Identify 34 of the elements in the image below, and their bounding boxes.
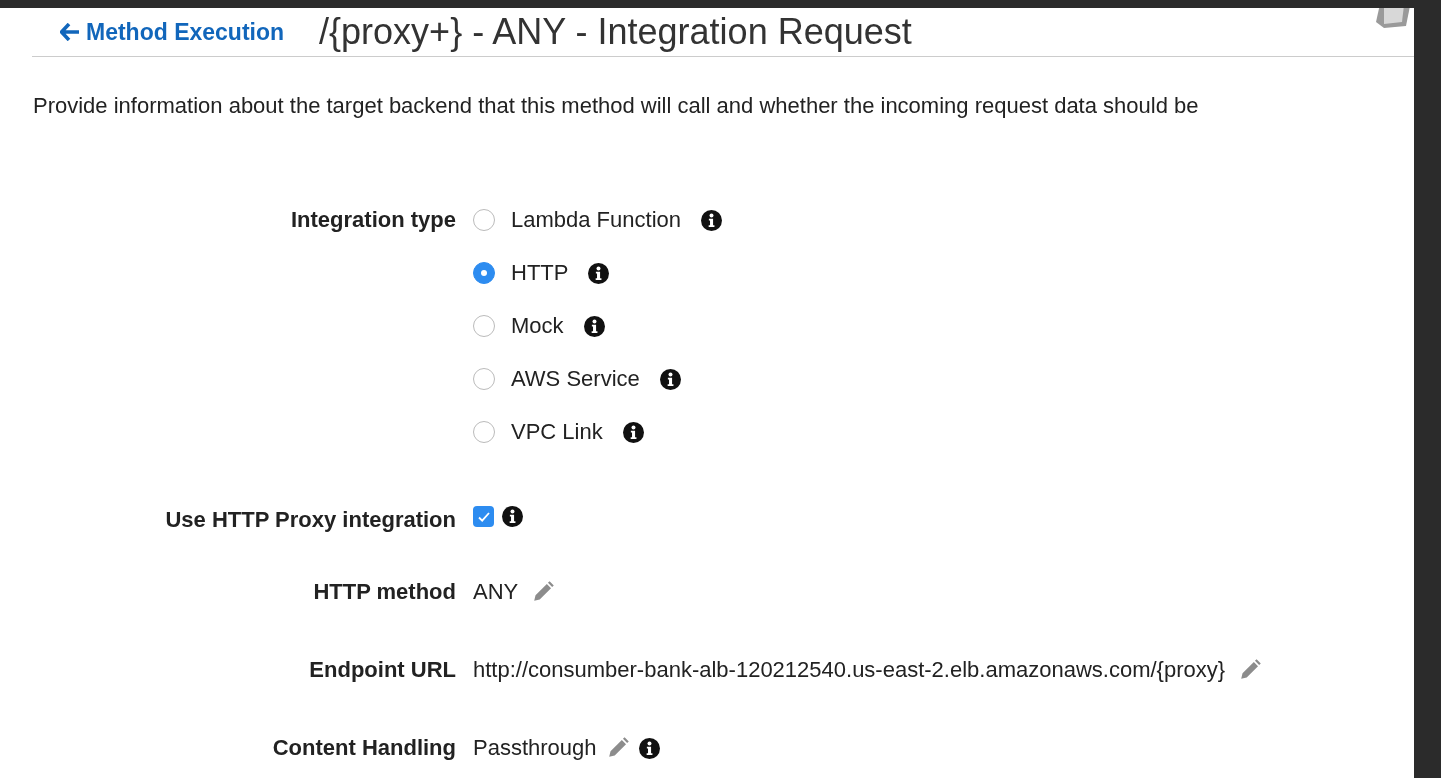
radio-button[interactable] [473,209,495,231]
page-title: /{proxy+} - ANY - Integration Request [319,11,912,53]
field-label: Endpoint URL [308,656,457,684]
description-text: Provide information about the target backend that this method will call and whether the incoming request data should be [33,93,1200,119]
back-link[interactable]: Method Execution [60,18,285,46]
radio-button[interactable] [473,368,495,390]
field-value: Passthrough [473,734,597,762]
radio-button[interactable] [473,315,495,337]
checkbox[interactable] [473,506,494,527]
pencil-icon[interactable] [1239,659,1262,681]
option-label[interactable]: VPC Link [511,418,603,446]
info-icon[interactable] [588,262,610,284]
field-label: Integration type [290,206,457,234]
option-label[interactable]: Mock [511,312,564,340]
field-value: ANY [473,578,519,606]
info-icon[interactable] [622,421,644,443]
option-label[interactable]: HTTP [511,259,569,287]
option-label[interactable]: AWS Service [511,365,640,393]
info-icon[interactable] [638,737,660,759]
field-label: HTTP method [312,578,457,606]
radio-button[interactable] [473,262,495,284]
pencil-icon[interactable] [532,581,555,603]
info-icon[interactable] [502,506,523,527]
option-label[interactable]: Lambda Function [511,206,681,234]
pencil-icon[interactable] [606,737,629,759]
field-label: Content Handling [271,734,457,762]
info-icon[interactable] [583,315,605,337]
field-label: Use HTTP Proxy integration [164,506,457,534]
book-icon[interactable] [1376,8,1410,28]
field-value: http://consumber-bank-alb-120212540.us-east-2.elb.amazonaws.com/{proxy} [473,656,1226,684]
info-icon[interactable] [659,368,681,390]
radio-button[interactable] [473,421,495,443]
info-icon[interactable] [701,209,722,231]
arrow-left-icon [60,23,80,41]
